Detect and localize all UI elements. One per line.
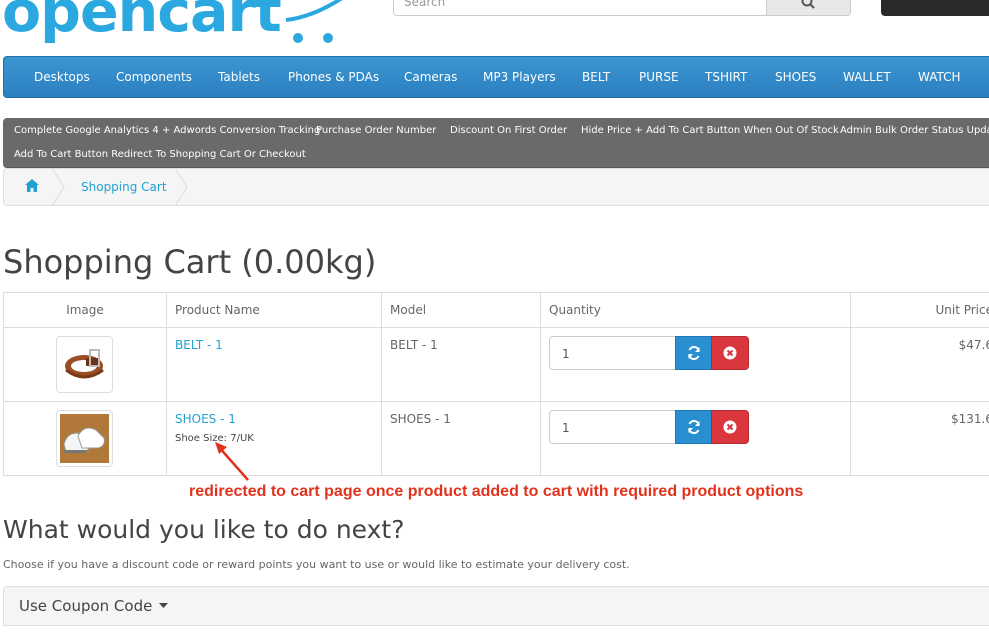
model-cell: SHOES - 1 bbox=[381, 401, 541, 476]
remove-item-button[interactable] bbox=[711, 410, 749, 444]
product-name-cell: BELT - 1 bbox=[166, 327, 382, 402]
table-row: SHOES - 1 Shoe Size: 7/UK SHOES - 1 1 $1… bbox=[3, 401, 989, 476]
extension-link[interactable]: Discount On First Order bbox=[450, 125, 567, 136]
home-icon[interactable] bbox=[25, 179, 39, 192]
header-image: Image bbox=[3, 292, 167, 328]
caret-down-icon bbox=[159, 603, 168, 608]
belt-thumbnail[interactable] bbox=[56, 336, 113, 393]
shoes-image bbox=[60, 414, 109, 463]
breadcrumb-separator bbox=[174, 168, 188, 206]
product-model: BELT - 1 bbox=[390, 338, 438, 352]
image-cell bbox=[3, 327, 167, 402]
refresh-icon bbox=[688, 346, 700, 360]
breadcrumb-separator bbox=[51, 168, 65, 206]
menu-item-desktops[interactable]: Desktops bbox=[34, 70, 90, 84]
header-model: Model bbox=[381, 292, 541, 328]
product-name-cell: SHOES - 1 Shoe Size: 7/UK bbox=[166, 401, 382, 476]
table-header-row: Image Product Name Model Quantity Unit P… bbox=[3, 292, 989, 328]
quantity-cell: 1 bbox=[540, 327, 851, 402]
quantity-control: 1 bbox=[549, 410, 749, 444]
next-steps-description: Choose if you have a discount code or re… bbox=[3, 558, 630, 571]
model-cell: BELT - 1 bbox=[381, 327, 541, 402]
product-link-belt[interactable]: BELT - 1 bbox=[175, 338, 223, 352]
product-link-shoes[interactable]: SHOES - 1 bbox=[175, 412, 236, 426]
logo[interactable]: opencart bbox=[2, 0, 374, 50]
extension-link[interactable]: Purchase Order Number bbox=[316, 125, 436, 136]
breadcrumb: Shopping Cart bbox=[3, 168, 989, 206]
product-model: SHOES - 1 bbox=[390, 412, 451, 426]
quantity-input[interactable]: 1 bbox=[549, 336, 676, 370]
cart-table: Image Product Name Model Quantity Unit P… bbox=[3, 292, 989, 476]
update-quantity-button[interactable] bbox=[675, 336, 712, 370]
remove-item-button[interactable] bbox=[711, 336, 749, 370]
header-quantity: Quantity bbox=[540, 292, 851, 328]
menu-item-mp3-players[interactable]: MP3 Players bbox=[483, 70, 556, 84]
shoes-thumbnail[interactable] bbox=[56, 410, 113, 467]
unit-price: $47.6 bbox=[958, 338, 989, 352]
extension-link[interactable]: Admin Bulk Order Status Update bbox=[840, 125, 989, 136]
extension-link[interactable]: Complete Google Analytics 4 + Adwords Co… bbox=[14, 125, 320, 136]
extension-link[interactable]: Add To Cart Button Redirect To Shopping … bbox=[14, 149, 306, 160]
belt-image bbox=[65, 349, 104, 379]
main-menu: Desktops Components Tablets Phones & PDA… bbox=[3, 56, 989, 98]
menu-item-tablets[interactable]: Tablets bbox=[218, 70, 260, 84]
annotation-text: redirected to cart page once product add… bbox=[189, 483, 804, 500]
search-icon bbox=[801, 0, 815, 9]
logo-text: opencart bbox=[2, 0, 282, 45]
unit-price: $131.6 bbox=[951, 412, 989, 426]
coupon-code-panel[interactable]: Use Coupon Code bbox=[3, 586, 989, 626]
refresh-icon bbox=[688, 420, 700, 434]
coupon-code-toggle[interactable]: Use Coupon Code bbox=[19, 597, 152, 615]
remove-icon bbox=[723, 420, 737, 434]
quantity-input[interactable]: 1 bbox=[549, 410, 676, 444]
search-button[interactable] bbox=[766, 0, 851, 16]
next-steps-title: What would you like to do next? bbox=[3, 515, 405, 544]
menu-item-watch[interactable]: WATCH bbox=[918, 70, 961, 84]
annotation-arrow-icon bbox=[215, 442, 249, 481]
menu-item-belt[interactable]: BELT bbox=[582, 70, 610, 84]
logo-cart-icon bbox=[285, 0, 343, 43]
menu-item-components[interactable]: Components bbox=[116, 70, 192, 84]
update-quantity-button[interactable] bbox=[675, 410, 712, 444]
cart-button[interactable] bbox=[881, 0, 989, 16]
remove-icon bbox=[723, 346, 737, 360]
header-product-name: Product Name bbox=[166, 292, 382, 328]
menu-item-purse[interactable]: PURSE bbox=[639, 70, 679, 84]
quantity-value: 1 bbox=[562, 347, 570, 361]
breadcrumb-shopping-cart[interactable]: Shopping Cart bbox=[81, 180, 167, 194]
quantity-value: 1 bbox=[562, 421, 570, 435]
menu-item-phones-pdas[interactable]: Phones & PDAs bbox=[288, 70, 379, 84]
unit-price-cell: $131.6 bbox=[850, 401, 989, 476]
menu-item-cameras[interactable]: Cameras bbox=[404, 70, 457, 84]
extension-link[interactable]: Hide Price + Add To Cart Button When Out… bbox=[581, 125, 839, 136]
quantity-control: 1 bbox=[549, 336, 749, 370]
quantity-cell: 1 bbox=[540, 401, 851, 476]
extension-links-bar: Complete Google Analytics 4 + Adwords Co… bbox=[3, 118, 989, 168]
page-title: Shopping Cart (0.00kg) bbox=[3, 243, 377, 281]
search-input[interactable]: Search bbox=[393, 0, 767, 16]
unit-price-cell: $47.6 bbox=[850, 327, 989, 402]
menu-item-shoes[interactable]: SHOES bbox=[775, 70, 816, 84]
header-unit-price: Unit Price bbox=[850, 292, 989, 328]
menu-item-tshirt[interactable]: TSHIRT bbox=[705, 70, 747, 84]
table-row: BELT - 1 BELT - 1 1 $47. bbox=[3, 327, 989, 402]
image-cell bbox=[3, 401, 167, 476]
menu-item-wallet[interactable]: WALLET bbox=[843, 70, 891, 84]
search-placeholder: Search bbox=[404, 0, 446, 9]
